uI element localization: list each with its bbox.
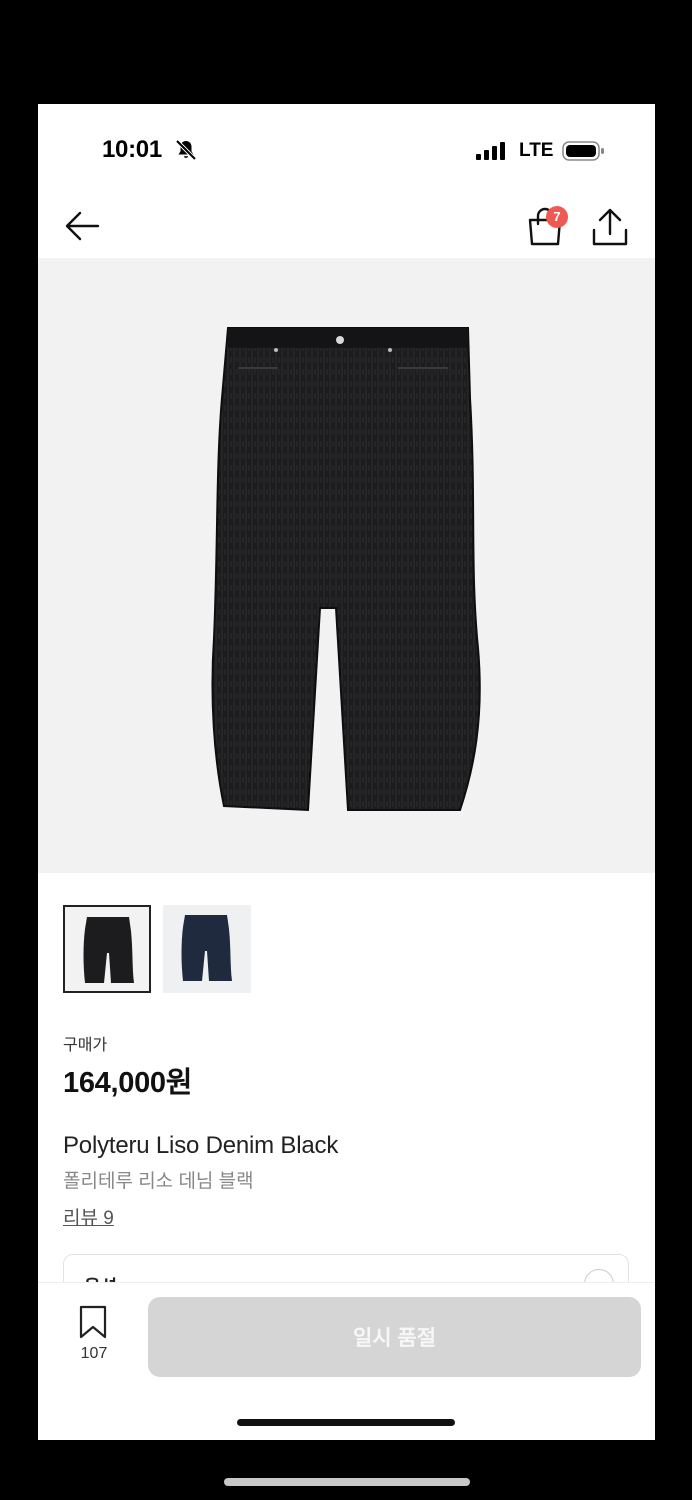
wishlist-button[interactable]: 107 bbox=[68, 1305, 120, 1367]
product-name-ko: 폴리테루 리소 데님 블랙 bbox=[63, 1171, 254, 1192]
thumbnail-black-image bbox=[83, 917, 134, 983]
thumbnail-black[interactable] bbox=[63, 905, 151, 993]
thumbnail-navy-image bbox=[181, 915, 232, 981]
bottom-action-bar: 107 일시 품절 bbox=[38, 1282, 655, 1440]
review-link[interactable]: 리뷰 9 bbox=[63, 1203, 114, 1230]
outer-home-indicator bbox=[224, 1478, 470, 1486]
back-button[interactable] bbox=[60, 204, 104, 248]
nav-bar: 7 bbox=[38, 194, 655, 258]
home-indicator[interactable] bbox=[237, 1419, 455, 1426]
share-button[interactable] bbox=[588, 202, 632, 250]
product-image bbox=[211, 327, 481, 812]
thumbnail-navy[interactable] bbox=[163, 905, 251, 993]
price-value: 164,000원 bbox=[63, 1067, 193, 1099]
product-name-en: Polyteru Liso Denim Black bbox=[63, 1132, 339, 1159]
product-image-area[interactable] bbox=[38, 258, 655, 873]
price-label: 구매가 bbox=[63, 1037, 108, 1054]
bookmark-icon bbox=[79, 1305, 107, 1339]
soldout-button[interactable]: 일시 품절 bbox=[148, 1297, 641, 1377]
bell-slash-icon bbox=[175, 139, 197, 161]
app-screen: 10:01 LTE 7 구매가 164,000원 Polyteru Liso D… bbox=[38, 104, 655, 1440]
cart-count-badge: 7 bbox=[546, 206, 568, 228]
signal-icon bbox=[476, 142, 505, 160]
network-label: LTE bbox=[519, 140, 554, 161]
cart-button[interactable]: 7 bbox=[522, 202, 570, 250]
status-bar: 10:01 LTE bbox=[38, 104, 655, 194]
status-time: 10:01 bbox=[102, 136, 162, 163]
battery-icon bbox=[562, 141, 604, 161]
wishlist-count: 107 bbox=[80, 1345, 108, 1362]
